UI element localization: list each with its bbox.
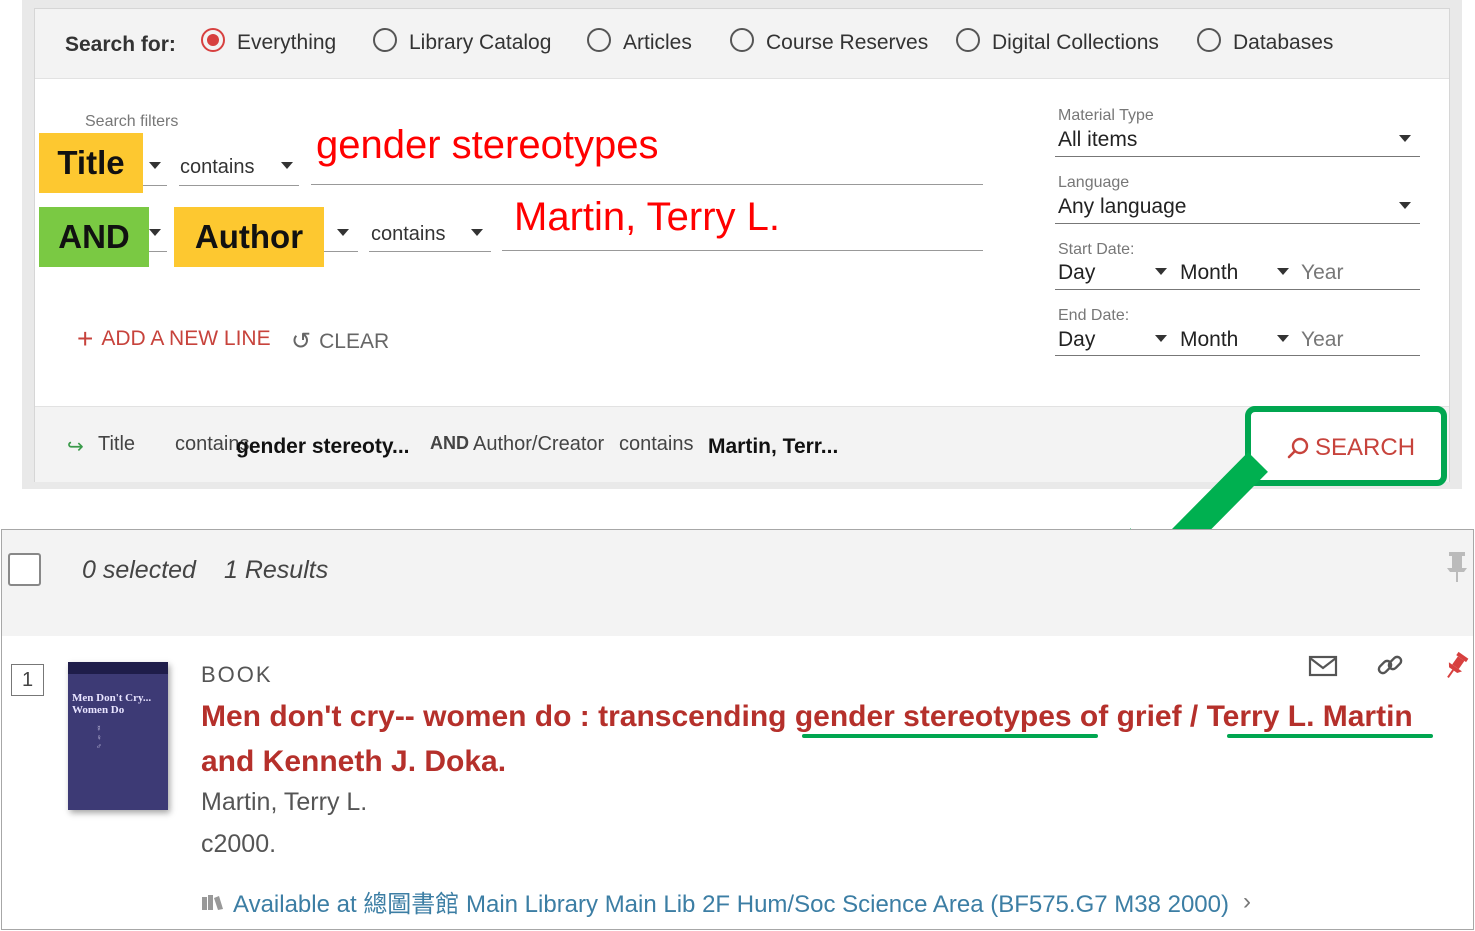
radio-icon[interactable] [587, 28, 611, 52]
start-month-select[interactable]: Month [1180, 261, 1238, 285]
radio-selected-icon[interactable] [201, 28, 225, 52]
search-card: Search for: Everything Library Catalog A… [34, 8, 1450, 482]
chevron-right-icon: › [1243, 887, 1251, 915]
resource-type: BOOK [201, 662, 273, 687]
scope-label: Search for: [65, 33, 176, 56]
radio-icon[interactable] [1197, 28, 1221, 52]
results-panel: 0 selected 1 Results 1 Men Don't Cry... … [1, 529, 1474, 930]
highlight-underline-author [1227, 734, 1433, 738]
field-select-author[interactable]: Author [174, 207, 324, 267]
search-term-input-2[interactable]: Martin, Terry L. [514, 195, 780, 240]
search-filters-hint: Search filters [85, 113, 179, 130]
pin-icon[interactable] [1446, 550, 1468, 584]
search-term-input-1[interactable]: gender stereotypes [316, 123, 658, 168]
end-day-select[interactable]: Day [1058, 328, 1095, 352]
summary-field-1: Title [98, 433, 136, 455]
scope-databases[interactable]: Databases [1197, 28, 1333, 55]
radio-icon[interactable] [956, 28, 980, 52]
operator-select-contains[interactable]: contains [180, 156, 255, 179]
chevron-down-icon[interactable] [1155, 268, 1167, 275]
pin-icon[interactable] [1443, 651, 1469, 681]
result-date: c2000. [201, 830, 277, 858]
scope-library-catalog[interactable]: Library Catalog [373, 28, 551, 55]
select-all-checkbox[interactable] [8, 553, 41, 586]
link-icon[interactable] [1375, 651, 1405, 681]
end-year-input[interactable]: Year [1301, 328, 1343, 352]
results-count: 1 Results [224, 556, 329, 584]
chevron-down-icon[interactable] [471, 229, 483, 236]
radio-icon[interactable] [730, 28, 754, 52]
chevron-down-icon[interactable] [1277, 268, 1289, 275]
selected-count: 0 selected [82, 556, 196, 584]
language-label: Language [1058, 174, 1130, 191]
scope-everything[interactable]: Everything [201, 28, 336, 55]
scope-course-reserves[interactable]: Course Reserves [730, 28, 928, 55]
results-header: 0 selected 1 Results [2, 530, 1473, 636]
chevron-down-icon[interactable] [149, 162, 161, 169]
result-author: Martin, Terry L. [201, 788, 368, 816]
cover-title: Men Don't Cry... Women Do [72, 692, 152, 716]
chevron-down-icon[interactable] [1399, 135, 1411, 142]
chevron-down-icon[interactable] [1399, 202, 1411, 209]
radio-icon[interactable] [373, 28, 397, 52]
scope-articles[interactable]: Articles [587, 28, 692, 55]
end-date-label: End Date: [1058, 307, 1130, 324]
chevron-down-icon[interactable] [149, 229, 161, 236]
search-scope-bar: Search for: Everything Library Catalog A… [35, 9, 1449, 79]
chevron-down-icon[interactable] [281, 162, 293, 169]
start-day-select[interactable]: Day [1058, 261, 1095, 285]
search-button[interactable]: SEARCH [1287, 434, 1415, 462]
chevron-down-icon[interactable] [1277, 335, 1289, 342]
email-icon[interactable] [1308, 654, 1338, 678]
chevron-down-icon[interactable] [337, 229, 349, 236]
result-title-link[interactable]: Men don't cry-- women do : transcending … [201, 694, 1446, 784]
boolean-select-and[interactable]: AND [39, 207, 149, 267]
highlight-underline-title [802, 734, 1098, 738]
clear-button[interactable]: ↺ CLEAR [291, 327, 389, 356]
material-type-label: Material Type [1058, 107, 1154, 124]
search-icon [1287, 437, 1309, 459]
summary-field-2: Author/Creator [473, 433, 605, 455]
field-select-title[interactable]: Title [39, 133, 143, 193]
search-button-highlight: SEARCH [1245, 406, 1447, 486]
add-new-line-button[interactable]: + ADD A NEW LINE [77, 323, 271, 354]
chevron-down-icon[interactable] [1155, 335, 1167, 342]
summary-arrow-icon: ↪ [67, 436, 84, 458]
language-select[interactable]: Any language [1058, 195, 1186, 219]
material-type-select[interactable]: All items [1058, 128, 1137, 152]
operator-select-contains[interactable]: contains [371, 223, 446, 246]
summary-term-2: Martin, Terr... [708, 435, 839, 458]
availability-link[interactable]: Available at 總圖書館 Main Library Main Lib … [201, 884, 1251, 919]
summary-operator-2: contains [619, 433, 694, 455]
query-summary-bar: ↪ Title contains gender stereoty... AND … [35, 406, 1449, 482]
start-year-input[interactable]: Year [1301, 261, 1343, 285]
plus-icon: + [77, 323, 94, 354]
summary-term-1: gender stereoty... [236, 435, 410, 458]
scope-digital-collections[interactable]: Digital Collections [956, 28, 1159, 55]
book-icon [202, 894, 223, 910]
start-date-label: Start Date: [1058, 241, 1135, 258]
undo-icon: ↺ [291, 328, 312, 355]
end-month-select[interactable]: Month [1180, 328, 1238, 352]
summary-boolean: AND [430, 433, 469, 453]
result-number: 1 [11, 664, 44, 696]
book-cover-thumbnail[interactable]: Men Don't Cry... Women Do ☿ ♀ ♂ [68, 662, 168, 810]
